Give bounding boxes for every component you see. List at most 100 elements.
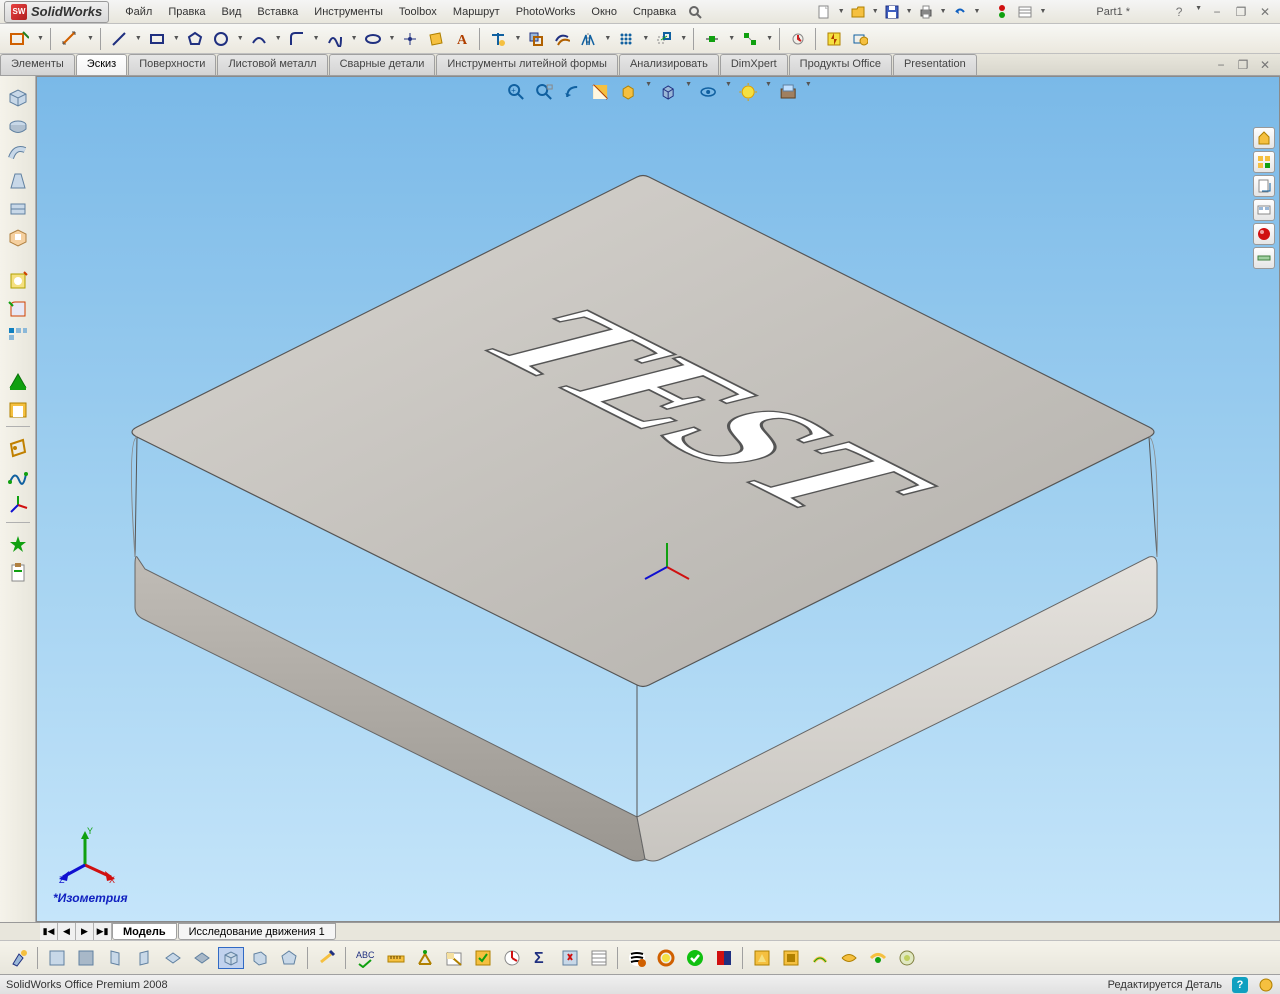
appearance-icon[interactable]: [736, 81, 760, 103]
display-relations-icon[interactable]: [739, 28, 761, 50]
dimetric-view-icon[interactable]: [276, 947, 302, 969]
menu-route[interactable]: Маршрут: [445, 3, 508, 21]
trim-icon[interactable]: [487, 28, 509, 50]
section-view-icon[interactable]: [588, 81, 612, 103]
open-file-icon[interactable]: [848, 2, 868, 22]
ellipse-icon[interactable]: [362, 28, 384, 50]
tab-features[interactable]: Элементы: [0, 54, 75, 75]
pattern-feature-icon[interactable]: [4, 324, 32, 350]
point-icon[interactable]: [399, 28, 421, 50]
dropdown-arrow-icon[interactable]: ▼: [389, 35, 396, 42]
new-file-icon[interactable]: [814, 2, 834, 22]
menu-file[interactable]: Файл: [117, 3, 160, 21]
traffic-light-icon[interactable]: [992, 2, 1012, 22]
add-relation-icon[interactable]: [701, 28, 723, 50]
dimension-icon[interactable]: [58, 28, 82, 50]
view-orientation-icon[interactable]: [616, 81, 640, 103]
tab-surfaces[interactable]: Поверхности: [128, 54, 216, 75]
search-icon[interactable]: [684, 1, 706, 23]
clipboard-icon[interactable]: [4, 560, 32, 586]
mass-props-icon[interactable]: [412, 947, 438, 969]
doc-close-button[interactable]: ✕: [1256, 58, 1274, 72]
dropdown-arrow-icon[interactable]: ▼: [351, 35, 358, 42]
restore-button[interactable]: ❐: [1232, 5, 1250, 19]
line-icon[interactable]: [108, 28, 130, 50]
coordinate-icon[interactable]: [4, 492, 32, 518]
tab-sketch[interactable]: Эскиз: [76, 54, 127, 75]
dropdown-arrow-icon[interactable]: ▼: [728, 35, 735, 42]
status-rebuild-icon[interactable]: [1258, 977, 1274, 993]
undo-icon[interactable]: [950, 2, 970, 22]
curves-icon[interactable]: [4, 464, 32, 490]
front-view-icon[interactable]: [44, 947, 70, 969]
import-diagnostics-icon[interactable]: [557, 947, 583, 969]
text-icon[interactable]: A: [451, 28, 473, 50]
tab-office[interactable]: Продукты Office: [789, 54, 892, 75]
trimetric-view-icon[interactable]: [247, 947, 273, 969]
minimize-button[interactable]: −: [1208, 5, 1226, 19]
dropdown-arrow-icon[interactable]: ▼: [135, 35, 142, 42]
menu-view[interactable]: Вид: [214, 3, 250, 21]
status-help-icon[interactable]: ?: [1232, 977, 1248, 993]
fillet-feature-icon[interactable]: [4, 296, 32, 322]
dropdown-arrow-icon[interactable]: ▼: [940, 8, 947, 15]
back-view-icon[interactable]: [73, 947, 99, 969]
menu-window[interactable]: Окно: [583, 3, 625, 21]
parting-line-icon[interactable]: [807, 947, 833, 969]
dropdown-arrow-icon[interactable]: ▼: [514, 35, 521, 42]
menu-toolbox[interactable]: Toolbox: [391, 3, 445, 21]
thickness-analysis-icon[interactable]: [836, 947, 862, 969]
right-view-icon[interactable]: [131, 947, 157, 969]
rib-icon[interactable]: [4, 368, 32, 394]
swept-boss-icon[interactable]: [4, 140, 32, 166]
dropdown-arrow-icon[interactable]: ▼: [1195, 5, 1202, 19]
check-icon[interactable]: [470, 947, 496, 969]
dropdown-arrow-icon[interactable]: ▼: [766, 35, 773, 42]
normal-to-icon[interactable]: [314, 947, 340, 969]
starred-feature-icon[interactable]: [4, 532, 32, 558]
tab-presentation[interactable]: Presentation: [893, 54, 977, 75]
statistics-icon[interactable]: [499, 947, 525, 969]
tab-mold-tools[interactable]: Инструменты литейной формы: [436, 54, 618, 75]
dropdown-arrow-icon[interactable]: ▼: [1039, 8, 1046, 15]
resources-tab-icon[interactable]: [1253, 127, 1275, 149]
menu-help[interactable]: Справка: [625, 3, 684, 21]
repair-sketch-icon[interactable]: [787, 28, 809, 50]
dropdown-arrow-icon[interactable]: ▼: [604, 35, 611, 42]
revolve-boss-icon[interactable]: [4, 112, 32, 138]
pattern-icon[interactable]: [615, 28, 637, 50]
tab-scroll-last-icon[interactable]: ▶▮: [94, 923, 112, 940]
move-entities-icon[interactable]: [653, 28, 675, 50]
draft-analysis-icon[interactable]: [749, 947, 775, 969]
custom-tab-icon[interactable]: [1253, 247, 1275, 269]
dropdown-arrow-icon[interactable]: ▼: [87, 35, 94, 42]
viewport-3d[interactable]: + ▼ ▼ ▼ ▼ ▼: [37, 77, 1279, 921]
undercut-analysis-icon[interactable]: [778, 947, 804, 969]
doc-restore-button[interactable]: ❐: [1234, 58, 1252, 72]
menu-edit[interactable]: Правка: [160, 3, 213, 21]
isometric-view-icon[interactable]: [218, 947, 244, 969]
rapid-sketch-icon[interactable]: [849, 28, 871, 50]
dropdown-arrow-icon[interactable]: ▼: [37, 35, 44, 42]
tab-sheetmetal[interactable]: Листовой металл: [217, 54, 327, 75]
menu-photoworks[interactable]: PhotoWorks: [508, 3, 584, 21]
circle-icon[interactable]: [210, 28, 232, 50]
dropdown-arrow-icon[interactable]: ▼: [275, 35, 282, 42]
menu-insert[interactable]: Вставка: [249, 3, 306, 21]
arc-icon[interactable]: [248, 28, 270, 50]
ref-plane-icon[interactable]: [4, 436, 32, 462]
scene-icon[interactable]: [776, 81, 800, 103]
spellcheck-icon[interactable]: ABC: [352, 947, 380, 969]
check-entity-icon[interactable]: [682, 947, 708, 969]
polygon-icon[interactable]: [184, 28, 206, 50]
tab-dimxpert[interactable]: DimXpert: [720, 54, 788, 75]
measure-icon[interactable]: [383, 947, 409, 969]
fillet-icon[interactable]: [286, 28, 308, 50]
appearance-tab-icon[interactable]: [1253, 223, 1275, 245]
print-icon[interactable]: [916, 2, 936, 22]
view-paint-icon[interactable]: [6, 947, 32, 969]
convert-entities-icon[interactable]: [525, 28, 547, 50]
dropdown-arrow-icon[interactable]: ▼: [725, 81, 732, 103]
options-icon[interactable]: [1015, 2, 1035, 22]
dropdown-arrow-icon[interactable]: ▼: [906, 8, 913, 15]
